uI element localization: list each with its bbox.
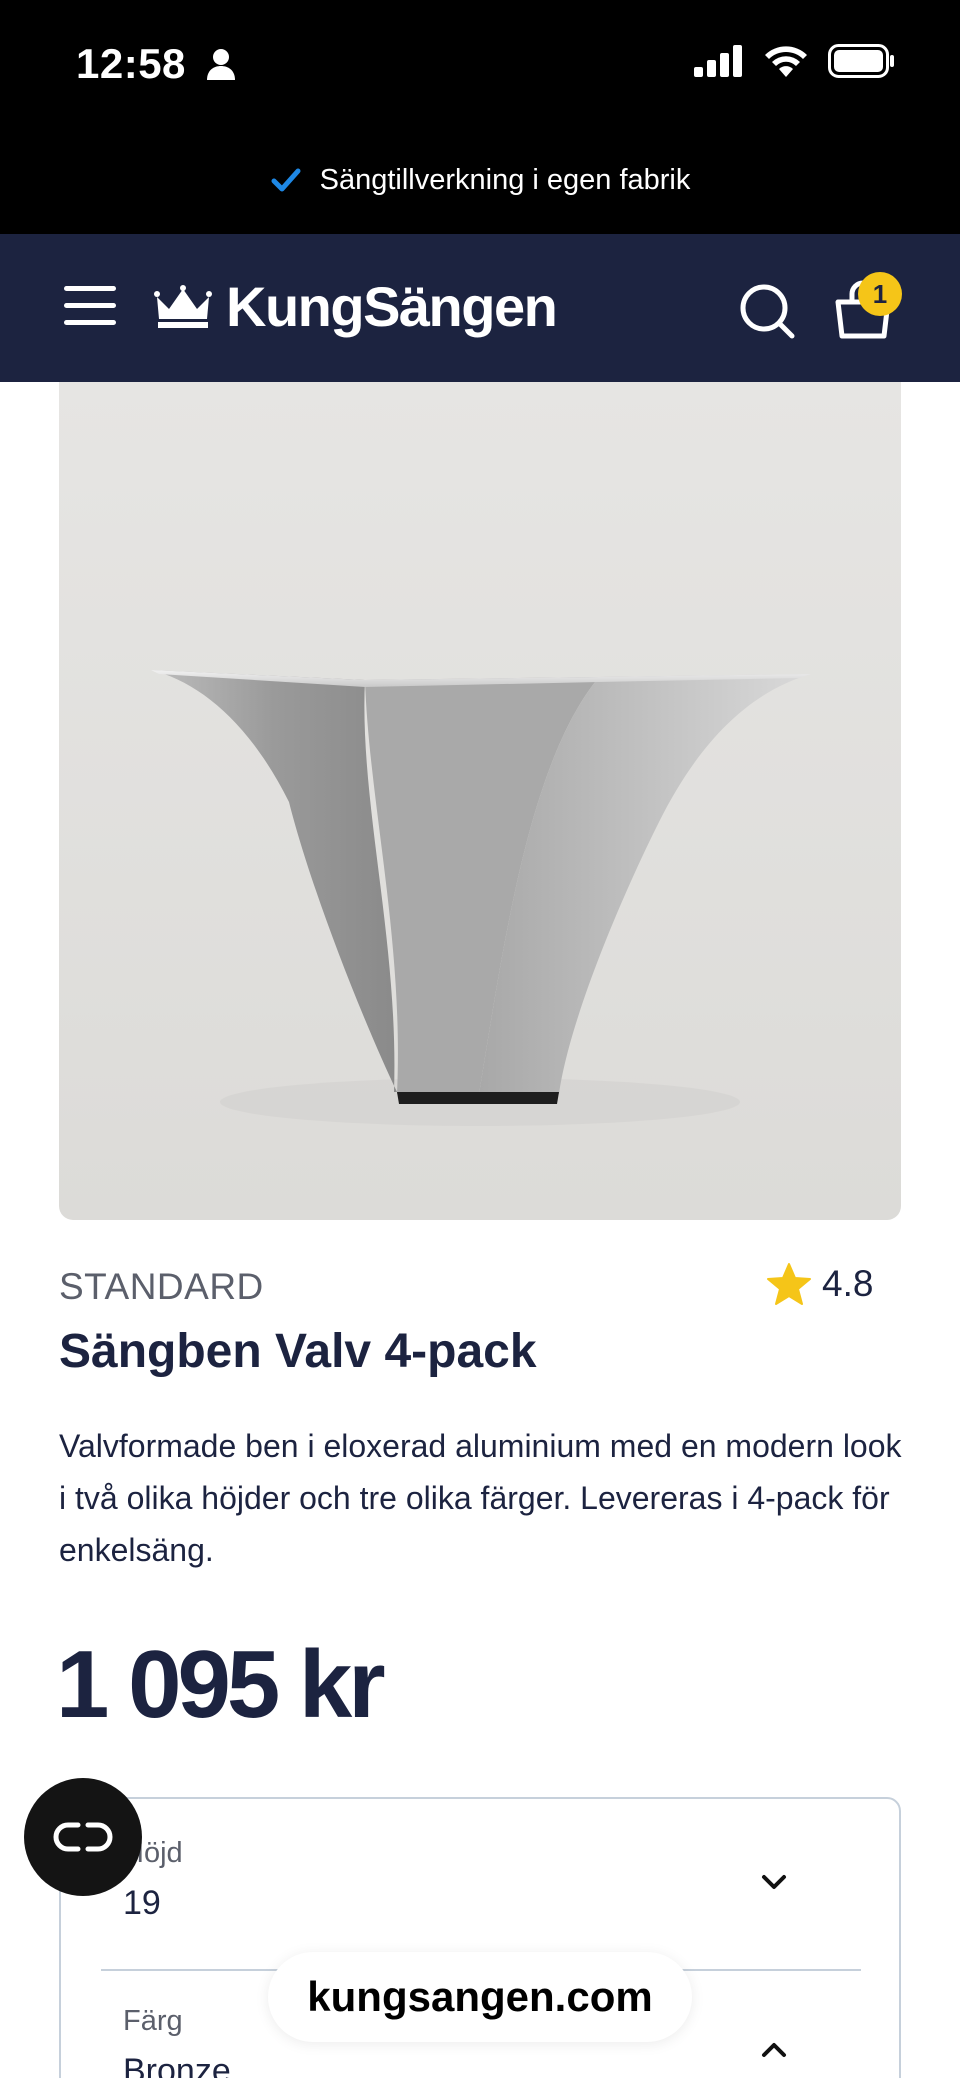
product-price: 1 095 kr	[56, 1631, 386, 1738]
product-title: Sängben Valv 4-pack	[59, 1325, 537, 1378]
product-brand: STANDARD	[59, 1266, 264, 1307]
check-icon	[271, 168, 301, 192]
link-button[interactable]	[24, 1778, 142, 1896]
link-icon	[53, 1822, 113, 1852]
site-header: KungSängen	[0, 234, 960, 382]
announcement-text: Sängtillverkning i egen fabrik	[319, 163, 691, 196]
bed-leg-image	[151, 670, 811, 1126]
menu-icon-line	[64, 303, 116, 308]
product-image[interactable]	[59, 382, 901, 1220]
wifi-icon	[765, 46, 807, 77]
option-value: 19	[123, 1884, 161, 1922]
menu-button[interactable]	[64, 286, 116, 330]
browser-url-bar[interactable]: kungsangen.com	[268, 1952, 692, 2042]
site-logo[interactable]: KungSängen	[154, 274, 558, 339]
chevron-down-icon	[762, 1875, 786, 1889]
logo-text: KungSängen	[226, 275, 558, 338]
star-icon	[767, 1263, 811, 1305]
option-label: Höjd	[123, 1837, 183, 1869]
status-icons	[694, 44, 896, 78]
option-value: Bronze	[123, 2052, 231, 2078]
signal-icon	[694, 45, 742, 77]
announcement-bar: Sängtillverkning i egen fabrik	[0, 126, 960, 234]
menu-icon-line	[64, 286, 116, 291]
cart-count-badge: 1	[858, 272, 902, 316]
product-rating: 4.8	[766, 1262, 873, 1306]
status-time: 12:58	[76, 40, 186, 87]
battery-icon	[828, 44, 894, 78]
crown-icon	[154, 284, 212, 328]
person-icon	[207, 49, 235, 80]
rating-value: 4.8	[822, 1263, 874, 1304]
search-icon[interactable]	[738, 282, 796, 340]
status-bar: 12:58	[0, 0, 960, 126]
menu-icon-line	[64, 320, 116, 325]
chevron-up-icon	[762, 2043, 786, 2057]
option-height-select[interactable]: Höjd 19	[123, 1837, 839, 1923]
product-description: Valvformade ben i eloxerad aluminium med…	[59, 1428, 902, 1568]
